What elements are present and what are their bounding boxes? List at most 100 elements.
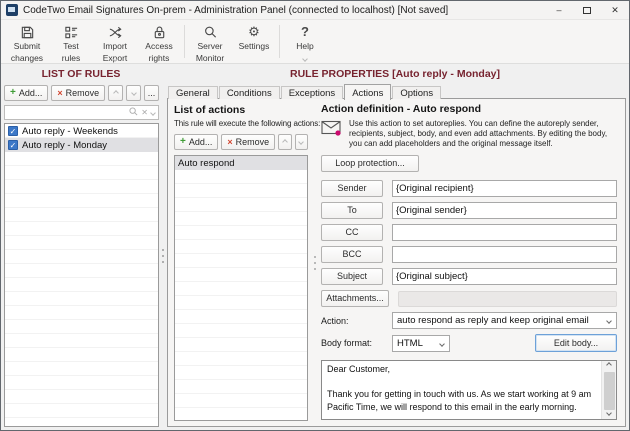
search-options-chevron-icon[interactable] xyxy=(150,110,156,116)
action-definition-panel: Action definition - Auto respond Use thi… xyxy=(319,99,625,426)
cc-input[interactable] xyxy=(392,224,617,241)
scroll-thumb[interactable] xyxy=(604,372,615,411)
rule-properties-tabs: General Conditions Exceptions Actions Op… xyxy=(168,84,442,99)
tab-actions[interactable]: Actions xyxy=(344,84,391,100)
help-button[interactable]: ? Help xyxy=(283,20,327,63)
toolbar-label: Settings xyxy=(239,42,270,52)
cc-button[interactable]: CC xyxy=(321,224,383,241)
bcc-input[interactable] xyxy=(392,246,617,263)
app-window: CodeTwo Email Signatures On-prem - Admin… xyxy=(0,0,630,431)
rule-properties-header: RULE PROPERTIES [Auto reply - Monday] xyxy=(161,68,629,80)
toolbar-label: Access xyxy=(145,42,172,52)
tab-options[interactable]: Options xyxy=(392,86,441,99)
toolbar-label: rights xyxy=(149,54,170,64)
toolbar-label: Help xyxy=(296,42,313,52)
action-select[interactable]: auto respond as reply and keep original … xyxy=(392,312,617,329)
scroll-down-icon[interactable] xyxy=(602,410,616,419)
rule-enabled-checkbox[interactable]: ✓ xyxy=(8,140,18,150)
body-text[interactable]: Dear Customer, Thank you for getting in … xyxy=(322,361,601,419)
bcc-button[interactable]: BCC xyxy=(321,246,383,263)
rule-list-item-selected[interactable]: ✓ Auto reply - Monday xyxy=(5,138,158,152)
sender-input[interactable] xyxy=(392,180,617,197)
list-of-actions-panel: List of actions This rule will execute t… xyxy=(168,99,311,426)
cross-icon: × xyxy=(57,89,62,97)
tab-exceptions[interactable]: Exceptions xyxy=(281,86,343,99)
subject-button[interactable]: Subject xyxy=(321,268,383,285)
action-definition-title: Action definition - Auto respond xyxy=(321,103,617,115)
clear-search-icon[interactable]: ✕ xyxy=(141,109,148,117)
toolbar-label: Test xyxy=(63,42,79,52)
rule-list-item[interactable]: ✓ Auto reply - Weekends xyxy=(5,124,158,138)
settings-button[interactable]: ⚙ Settings xyxy=(232,20,276,63)
chevron-down-icon xyxy=(302,56,308,62)
remove-rule-label: Remove xyxy=(66,88,100,98)
rule-label: Auto reply - Weekends xyxy=(22,126,118,137)
submit-changes-button[interactable]: Submit changes xyxy=(5,20,49,63)
remove-action-label: Remove xyxy=(236,137,270,147)
actions-list: Auto respond xyxy=(174,155,308,421)
close-button[interactable]: ✕ xyxy=(601,1,629,19)
chevron-down-icon xyxy=(298,139,304,145)
add-rule-button[interactable]: +Add... xyxy=(4,85,48,101)
rule-enabled-checkbox[interactable]: ✓ xyxy=(8,126,18,136)
action-label: Action: xyxy=(321,316,383,326)
rules-search-input[interactable] xyxy=(8,108,126,118)
attachments-button[interactable]: Attachments... xyxy=(321,290,389,307)
list-of-actions-description: This rule will execute the following act… xyxy=(174,119,308,128)
move-action-up-button[interactable] xyxy=(278,134,291,150)
minimize-button[interactable]: – xyxy=(545,1,573,19)
subject-input[interactable] xyxy=(392,268,617,285)
chevron-up-icon xyxy=(113,90,119,96)
add-action-label: Add... xyxy=(189,137,213,147)
attachments-label: Attachments... xyxy=(326,293,384,303)
sender-label: Sender xyxy=(337,183,366,193)
edit-body-label: Edit body... xyxy=(554,338,598,348)
action-list-item-selected[interactable]: Auto respond xyxy=(175,156,307,170)
move-action-down-button[interactable] xyxy=(295,134,308,150)
ellipsis-icon: ... xyxy=(148,88,156,98)
bcc-label: BCC xyxy=(342,249,361,259)
remove-rule-button[interactable]: × Remove xyxy=(51,85,105,101)
search-icon[interactable] xyxy=(129,107,138,118)
test-rules-icon xyxy=(64,24,79,40)
tab-general[interactable]: General xyxy=(168,86,218,99)
access-rights-button[interactable]: Access rights xyxy=(137,20,181,63)
import-export-button[interactable]: Import Export xyxy=(93,20,137,63)
plus-icon: + xyxy=(10,89,16,97)
plus-icon: + xyxy=(180,138,186,146)
add-rule-label: Add... xyxy=(19,88,43,98)
toolbar-label: Server xyxy=(197,42,222,52)
action-label: Auto respond xyxy=(178,158,235,169)
autoreply-envelope-icon xyxy=(321,120,342,141)
test-rules-button[interactable]: Test rules xyxy=(49,20,93,63)
save-icon xyxy=(20,24,35,40)
maximize-icon xyxy=(583,7,591,14)
maximize-button[interactable] xyxy=(573,1,601,19)
more-rules-options-button[interactable]: ... xyxy=(144,85,159,101)
to-input[interactable] xyxy=(392,202,617,219)
app-logo-icon xyxy=(6,4,18,16)
toolbar-label: Submit xyxy=(14,42,40,52)
list-of-actions-title: List of actions xyxy=(174,104,308,116)
import-export-icon xyxy=(108,24,123,40)
loop-protection-button[interactable]: Loop protection... xyxy=(321,155,419,172)
move-rule-up-button[interactable] xyxy=(108,85,123,101)
move-rule-down-button[interactable] xyxy=(126,85,141,101)
actions-tab-content: List of actions This rule will execute t… xyxy=(167,98,626,427)
scroll-up-icon[interactable] xyxy=(602,361,616,370)
tab-conditions[interactable]: Conditions xyxy=(219,86,280,99)
sender-button[interactable]: Sender xyxy=(321,180,383,197)
panel-splitter[interactable] xyxy=(159,85,167,427)
remove-action-button[interactable]: ×Remove xyxy=(221,134,275,150)
actions-splitter[interactable] xyxy=(311,99,319,426)
to-button[interactable]: To xyxy=(321,202,383,219)
loop-protection-label: Loop protection... xyxy=(335,158,405,168)
action-definition-description: Use this action to set autoreplies. You … xyxy=(349,119,617,149)
body-scrollbar[interactable] xyxy=(601,361,616,419)
add-action-button[interactable]: +Add... xyxy=(174,134,218,150)
body-preview-box: Dear Customer, Thank you for getting in … xyxy=(321,360,617,420)
to-label: To xyxy=(347,205,357,215)
server-monitor-button[interactable]: Server Monitor xyxy=(188,20,232,63)
body-format-select[interactable]: HTML xyxy=(392,335,450,352)
edit-body-button[interactable]: Edit body... xyxy=(535,334,617,352)
